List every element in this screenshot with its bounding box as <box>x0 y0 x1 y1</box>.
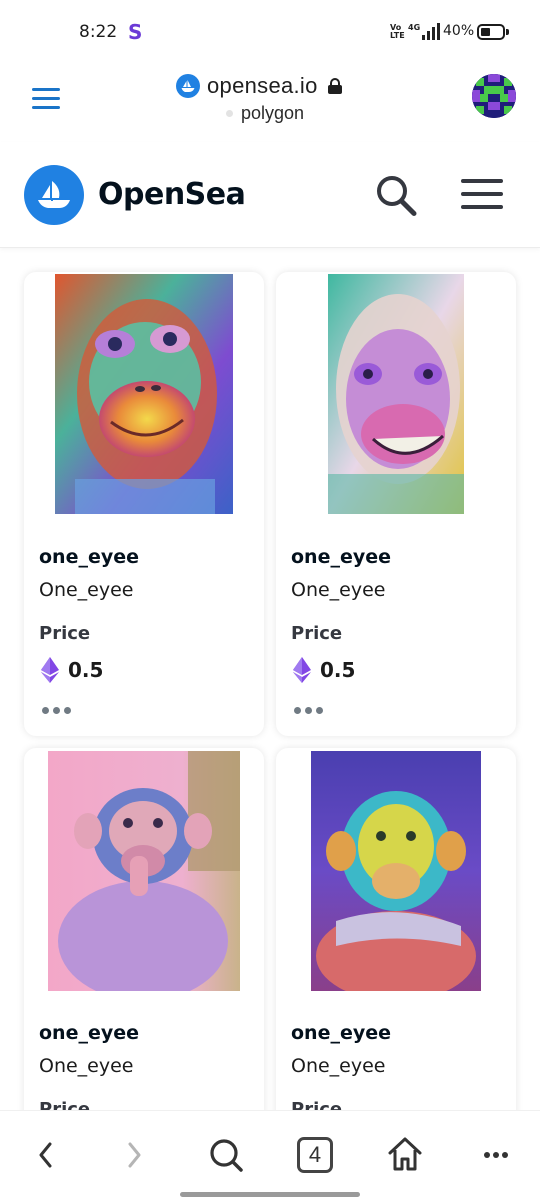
battery-icon <box>477 24 509 40</box>
card-more-options-icon[interactable] <box>42 700 76 720</box>
ethereum-icon <box>41 657 59 683</box>
card-price-row: 0.5 <box>41 657 103 683</box>
card-price-row: 0.5 <box>293 657 355 683</box>
status-bar: 8:22 S Vo LTE 4G 40% <box>0 0 540 66</box>
network-label: polygon <box>241 103 305 123</box>
app-notification-icon: S <box>128 20 143 44</box>
more-icon <box>484 1152 508 1158</box>
card-price-label: Price <box>291 1099 343 1110</box>
nft-card[interactable]: one_eyee One_eyee Price <box>276 748 516 1110</box>
browser-menu-icon[interactable] <box>32 88 60 110</box>
card-more-options-icon[interactable] <box>294 700 328 720</box>
search-icon <box>377 176 417 216</box>
url-display[interactable]: opensea.io <box>176 71 342 101</box>
nft-image <box>55 274 233 514</box>
lock-icon <box>327 78 342 94</box>
battery-percent: 40% <box>443 23 475 39</box>
nft-card[interactable]: one_eyee One_eyee Price 0.5 <box>276 272 516 736</box>
chevron-right-icon <box>128 1142 141 1168</box>
home-icon <box>388 1137 422 1171</box>
network-indicator: polygon <box>226 103 304 124</box>
search-icon <box>210 1139 243 1172</box>
forward-button[interactable] <box>114 1133 154 1173</box>
brand-name[interactable]: OpenSea <box>98 177 246 212</box>
site-favicon-icon <box>176 74 200 98</box>
chevron-left-icon <box>39 1142 52 1168</box>
card-item-name: One_eyee <box>291 579 386 601</box>
card-collection-name[interactable]: one_eyee <box>39 546 139 568</box>
opensea-header: OpenSea <box>0 142 540 248</box>
nft-card[interactable]: one_eyee One_eyee Price <box>24 748 264 1110</box>
card-collection-name[interactable]: one_eyee <box>291 546 391 568</box>
browser-more-button[interactable] <box>476 1133 516 1173</box>
signal-icon: 4G <box>408 22 440 42</box>
card-item-name: One_eyee <box>291 1055 386 1077</box>
ethereum-icon <box>293 657 311 683</box>
svg-text:4G: 4G <box>408 23 420 32</box>
nft-image <box>311 751 481 1001</box>
card-price-label: Price <box>39 623 91 644</box>
back-button[interactable] <box>26 1133 66 1173</box>
card-item-name: One_eyee <box>39 579 134 601</box>
nft-card[interactable]: one_eyee One_eyee Price 0.5 <box>24 272 264 736</box>
tabs-button[interactable]: 4 <box>297 1137 333 1173</box>
card-item-name: One_eyee <box>39 1055 134 1077</box>
site-menu-button[interactable] <box>461 179 505 213</box>
nft-image <box>48 751 240 1001</box>
card-collection-name[interactable]: one_eyee <box>291 1022 391 1044</box>
gesture-home-bar[interactable] <box>180 1192 360 1197</box>
network-dot-icon <box>226 110 233 117</box>
home-button[interactable] <box>385 1133 425 1173</box>
card-price-label: Price <box>291 623 343 644</box>
card-price-label: Price <box>39 1099 91 1110</box>
nft-grid: one_eyee One_eyee Price 0.5 one_eyee One… <box>0 248 540 1110</box>
status-time: 8:22 <box>79 22 118 42</box>
wallet-avatar[interactable] <box>472 74 516 118</box>
opensea-logo-icon[interactable] <box>24 165 84 225</box>
browser-address-bar: opensea.io polygon <box>0 66 540 142</box>
nft-image <box>328 274 464 514</box>
card-price: 0.5 <box>68 658 104 682</box>
url-text: opensea.io <box>207 73 318 98</box>
card-collection-name[interactable]: one_eyee <box>39 1022 139 1044</box>
search-button[interactable] <box>374 174 418 218</box>
browser-search-button[interactable] <box>206 1133 246 1173</box>
volte-indicator: Vo LTE <box>390 23 405 40</box>
browser-bottom-nav: 4 <box>0 1110 540 1200</box>
card-price: 0.5 <box>320 658 356 682</box>
